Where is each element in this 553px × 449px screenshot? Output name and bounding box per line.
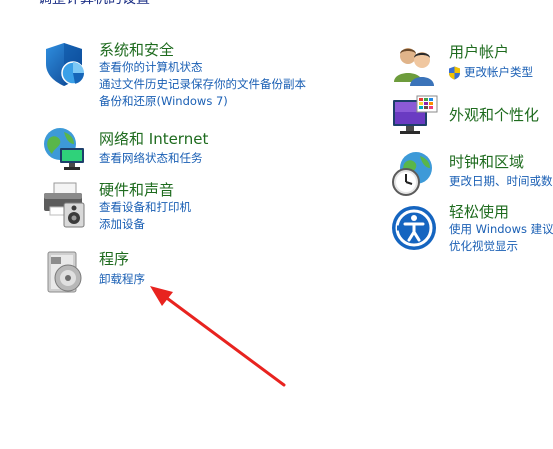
uac-shield-icon: [449, 66, 460, 79]
ease-of-access-icon[interactable]: [390, 204, 438, 252]
category-title-clock-region[interactable]: 时钟和区域: [449, 151, 524, 172]
hardware-links: 查看设备和打印机 添加设备: [99, 199, 191, 233]
category-title-programs[interactable]: 程序: [99, 248, 129, 269]
link-add-device[interactable]: 添加设备: [99, 216, 191, 233]
category-title-user-accounts[interactable]: 用户帐户: [449, 41, 509, 62]
accounts-links: 更改帐户类型: [448, 64, 533, 81]
page-title: 调整计算机的设置: [38, 0, 150, 8]
network-globe-icon[interactable]: [40, 124, 88, 172]
link-uninstall-program[interactable]: 卸载程序: [99, 271, 145, 288]
category-title-appearance[interactable]: 外观和个性化: [449, 104, 539, 125]
link-view-computer-status[interactable]: 查看你的计算机状态: [99, 59, 306, 76]
link-file-history-backup[interactable]: 通过文件历史记录保存你的文件备份副本: [99, 76, 306, 93]
clock-globe-icon[interactable]: [390, 150, 438, 198]
link-change-account-type-label: 更改帐户类型: [464, 65, 533, 79]
category-title-ease-of-access[interactable]: 轻松使用: [449, 201, 509, 222]
link-change-account-type[interactable]: 更改帐户类型: [448, 64, 533, 81]
link-change-date-time[interactable]: 更改日期、时间或数: [449, 173, 553, 190]
security-shield-icon[interactable]: [40, 40, 88, 88]
link-view-network-status[interactable]: 查看网络状态和任务: [99, 150, 203, 167]
network-links: 查看网络状态和任务: [99, 150, 203, 167]
programs-disc-icon[interactable]: [42, 248, 90, 296]
category-title-system-security[interactable]: 系统和安全: [99, 39, 174, 60]
link-backup-restore[interactable]: 备份和还原(Windows 7): [99, 93, 306, 110]
printer-speaker-icon[interactable]: [40, 181, 88, 229]
users-icon[interactable]: [390, 42, 438, 90]
category-title-hardware-sound[interactable]: 硬件和声音: [99, 179, 174, 200]
clock-links: 更改日期、时间或数: [449, 173, 553, 190]
system-links: 查看你的计算机状态 通过文件历史记录保存你的文件备份副本 备份和还原(Windo…: [99, 59, 306, 110]
link-windows-suggestions[interactable]: 使用 Windows 建议: [449, 221, 553, 238]
link-view-devices-printers[interactable]: 查看设备和打印机: [99, 199, 191, 216]
category-title-network-internet[interactable]: 网络和 Internet: [99, 128, 208, 149]
link-optimize-visual-display[interactable]: 优化视觉显示: [449, 238, 553, 255]
monitor-palette-icon[interactable]: [391, 94, 439, 142]
programs-links: 卸载程序: [99, 271, 145, 288]
ease-links: 使用 Windows 建议 优化视觉显示: [449, 221, 553, 255]
